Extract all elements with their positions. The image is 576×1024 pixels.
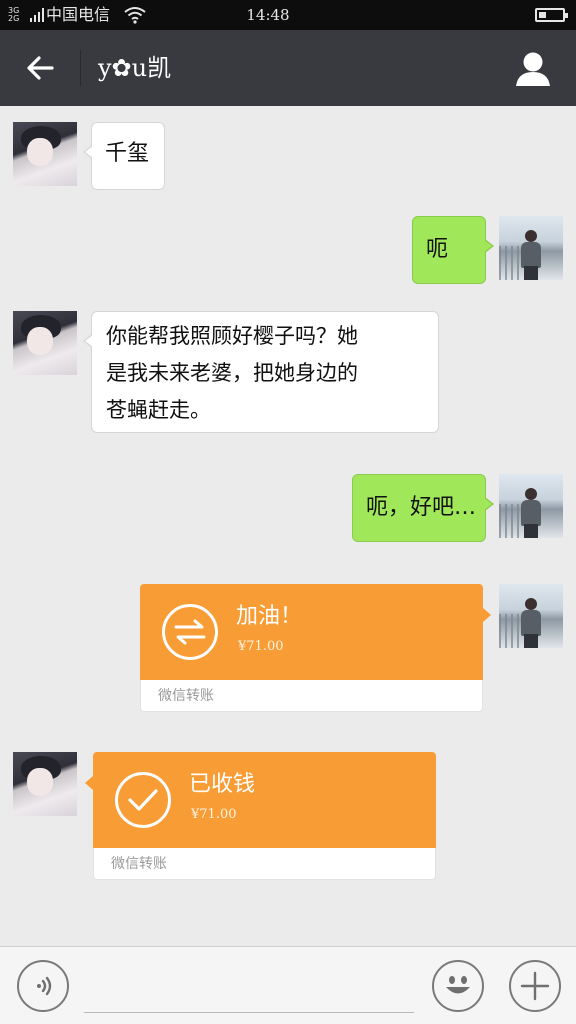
message-bubble-incoming[interactable]: 你能帮我照顾好樱子吗？她 是我未来老婆，把她身边的 苍蝇赶走。 xyxy=(83,311,439,433)
transfer-type-label: 微信转账 xyxy=(158,688,214,704)
transfer-card-header: 已收钱 ¥71.00 xyxy=(85,752,436,848)
message-input[interactable] xyxy=(84,961,414,1013)
more-button[interactable] xyxy=(509,960,561,1012)
message-text: 呃 xyxy=(426,237,449,262)
battery-icon xyxy=(535,8,568,22)
message-bubble-outgoing[interactable]: 呃 xyxy=(412,216,494,284)
message-text-line: 是我未来老婆，把她身边的 xyxy=(106,361,358,385)
transfer-card-incoming[interactable]: 已收钱 ¥71.00 微信转账 xyxy=(85,752,436,880)
header-divider xyxy=(80,50,81,86)
transfer-type-label: 微信转账 xyxy=(111,856,167,872)
clock: 14:48 xyxy=(246,6,290,24)
chat-title: y✿u凯 xyxy=(98,54,172,82)
transfer-amount: ¥71.00 xyxy=(191,807,237,822)
checkmark-icon xyxy=(115,772,171,828)
transfer-arrows-icon xyxy=(162,604,218,660)
transfer-card-outgoing[interactable]: 加油！ ¥71.00 微信转账 xyxy=(140,584,491,712)
contact-avatar[interactable] xyxy=(13,122,77,186)
arrow-left-icon xyxy=(27,56,54,80)
message-text-line: 你能帮我照顾好樱子吗？她 xyxy=(106,324,358,348)
transfer-card-footer: 微信转账 xyxy=(140,680,483,712)
message-bubble-incoming[interactable]: 千玺 xyxy=(83,122,165,190)
message-bubble-outgoing[interactable]: 呃，好吧… xyxy=(352,474,494,542)
transfer-card-header: 加油！ ¥71.00 xyxy=(140,584,491,680)
message-text: 千玺 xyxy=(105,141,150,166)
transfer-status: 已收钱 xyxy=(189,772,256,797)
voice-button[interactable] xyxy=(17,960,69,1012)
voice-icon xyxy=(37,976,52,996)
back-button[interactable] xyxy=(18,48,62,88)
my-avatar[interactable] xyxy=(499,216,563,280)
chat-input-bar xyxy=(0,946,576,1024)
contact-avatar[interactable] xyxy=(13,752,77,816)
chat-header: y✿u凯 xyxy=(0,30,576,106)
my-avatar[interactable] xyxy=(499,584,563,648)
transfer-card-footer: 微信转账 xyxy=(93,848,436,880)
message-text-line: 苍蝇赶走。 xyxy=(106,398,211,422)
person-icon xyxy=(516,52,550,86)
my-avatar[interactable] xyxy=(499,474,563,538)
transfer-message: 加油！ xyxy=(236,604,303,629)
chat-info-button[interactable] xyxy=(512,50,554,90)
transfer-amount: ¥71.00 xyxy=(238,639,284,654)
battery-level xyxy=(539,12,546,18)
smiley-icon xyxy=(446,976,470,994)
message-text: 呃，好吧… xyxy=(366,495,477,520)
contact-avatar[interactable] xyxy=(13,311,77,375)
plus-icon xyxy=(520,971,550,1001)
status-bar: 3G 2G 中国电信 14:48 xyxy=(0,0,576,30)
emoji-button[interactable] xyxy=(432,960,484,1012)
